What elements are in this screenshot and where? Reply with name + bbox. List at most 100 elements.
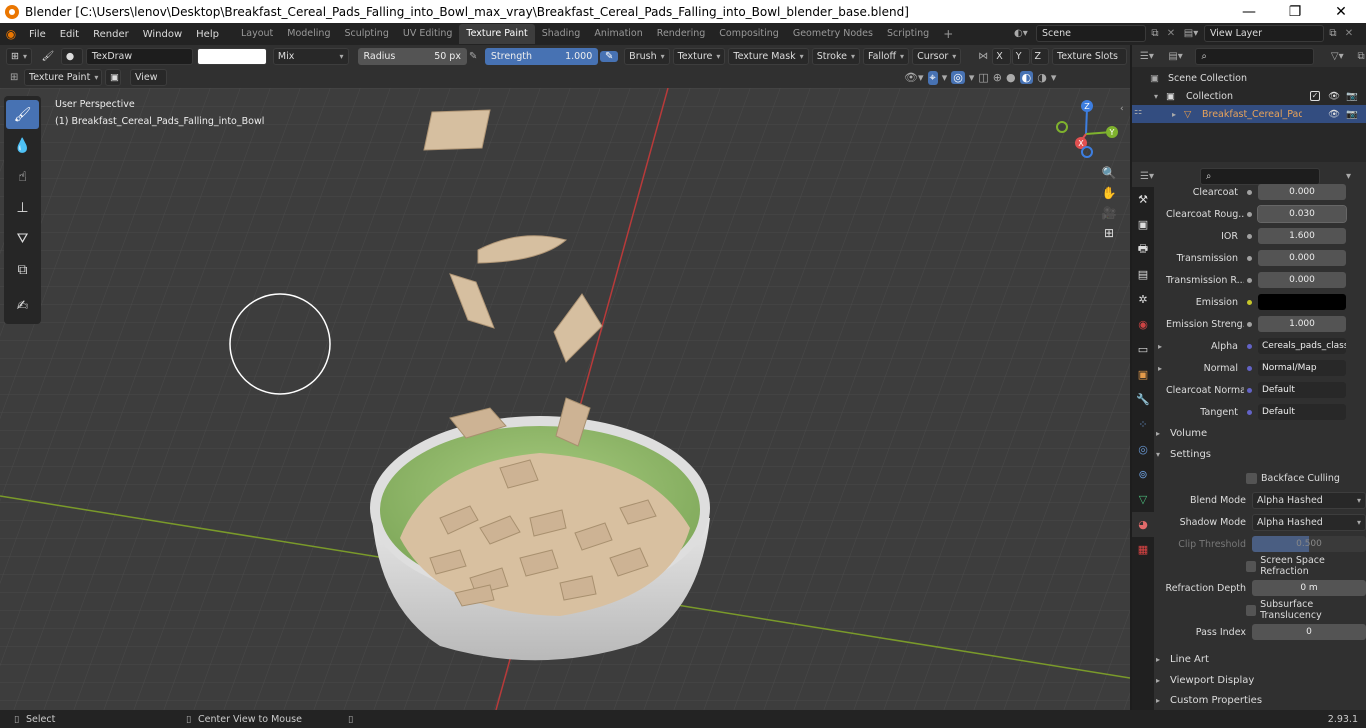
tab-modeling[interactable]: Modeling — [280, 24, 337, 44]
socket-icon[interactable] — [1244, 253, 1254, 263]
tool-tab-icon[interactable]: ⚒ — [1132, 187, 1154, 212]
expand-socket-icon[interactable]: ▸ — [1154, 364, 1166, 373]
property-value-field[interactable]: 0.000 — [1258, 250, 1346, 266]
socket-icon[interactable] — [1244, 319, 1254, 329]
tab-scripting[interactable]: Scripting — [880, 24, 936, 44]
properties-search-input[interactable]: ⌕ — [1200, 167, 1320, 185]
collection-expand-icon[interactable]: ▾ — [1154, 92, 1166, 101]
symmetry-icon[interactable]: ⋈ — [974, 51, 992, 62]
material-tab-icon[interactable]: ◕ — [1132, 512, 1154, 537]
wireframe-shading-icon[interactable]: ⊕ — [993, 71, 1002, 84]
tab-layout[interactable]: Layout — [234, 24, 280, 44]
tab-compositing[interactable]: Compositing — [712, 24, 786, 44]
property-value-field[interactable]: 0.000 — [1258, 272, 1346, 288]
gizmo-toggle-icon[interactable]: ⌖ — [927, 70, 938, 85]
socket-icon[interactable] — [1244, 187, 1254, 197]
menu-help[interactable]: Help — [189, 29, 226, 40]
brush-icon[interactable]: 🖌 — [35, 51, 61, 62]
xray-toggle-icon[interactable]: ◫ — [978, 71, 988, 84]
blend-mode-select[interactable]: Alpha Hashed — [1252, 491, 1366, 509]
zoom-icon[interactable]: 🔍 — [1102, 166, 1117, 180]
selectability-visibility-icon[interactable]: 👁▾ — [904, 71, 924, 84]
socket-icon[interactable] — [1244, 209, 1254, 219]
filter-icon[interactable]: ▽▾ — [1320, 51, 1354, 62]
expand-socket-icon[interactable]: ▸ — [1154, 342, 1166, 351]
property-value-field[interactable]: Default — [1258, 404, 1346, 420]
socket-icon[interactable] — [1244, 363, 1254, 373]
grid-perspective-icon[interactable]: ⊞ — [1104, 226, 1114, 240]
settings-panel-header[interactable]: ▾ Settings — [1156, 444, 1366, 464]
rendered-shading-icon[interactable]: ◑ — [1037, 71, 1047, 84]
new-scene-icon[interactable]: ⧉ — [1146, 28, 1164, 39]
collection-render-icon[interactable]: 📷 — [1346, 91, 1358, 102]
property-value-field[interactable]: 0.000 — [1258, 184, 1346, 200]
blender-menu-icon[interactable]: ◉ — [0, 27, 22, 41]
soften-tool-icon[interactable]: 💧 — [6, 131, 39, 160]
emission-color-swatch[interactable] — [1258, 294, 1346, 310]
scene-selector-icon[interactable]: ◐▾ — [1014, 28, 1036, 39]
object-tab-icon[interactable]: ▣ — [1132, 362, 1154, 387]
object-visibility-icon[interactable]: 👁 — [1328, 109, 1340, 120]
brush-menu[interactable]: Brush — [624, 47, 670, 65]
modifiers-tab-icon[interactable]: 🔧 — [1132, 387, 1154, 412]
world-tab-icon[interactable]: ◉ — [1132, 312, 1154, 337]
property-value-field[interactable]: 0.030 — [1257, 205, 1347, 223]
output-tab-icon[interactable]: 🖶 — [1132, 237, 1154, 262]
collection-exclude-checkbox[interactable]: ✓ — [1310, 91, 1320, 101]
camera-icon[interactable]: 🎥 — [1102, 206, 1117, 220]
tab-geometry-nodes[interactable]: Geometry Nodes — [786, 24, 880, 44]
property-value-field[interactable]: 1.600 — [1258, 228, 1346, 244]
mirror-x-toggle[interactable]: X — [992, 47, 1011, 65]
3d-viewport[interactable]: User Perspective (1) Breakfast_Cereal_Pa… — [0, 88, 1130, 710]
annotate-tool-icon[interactable]: ✍ — [6, 291, 39, 320]
screen-space-refraction-checkbox[interactable]: Screen Space Refraction — [1154, 555, 1366, 577]
particles-tab-icon[interactable]: ⁘ — [1132, 412, 1154, 437]
socket-icon[interactable] — [1244, 407, 1254, 417]
viewport-display-panel-header[interactable]: ▸ Viewport Display — [1156, 670, 1366, 690]
property-value-field[interactable]: Default — [1258, 382, 1346, 398]
radius-slider[interactable]: Radius 50 px — [357, 47, 467, 65]
socket-icon[interactable] — [1244, 297, 1254, 307]
mode-dropdown[interactable]: Texture Paint — [24, 69, 102, 86]
refraction-depth-field[interactable]: 0 m — [1252, 580, 1366, 596]
tab-texture-paint[interactable]: Texture Paint — [459, 24, 535, 44]
paint-mask-toggle-icon[interactable]: ▣ — [105, 69, 121, 86]
menu-render[interactable]: Render — [86, 29, 136, 40]
brush-browse-icon[interactable]: ● — [60, 47, 83, 65]
view-layer-selector-icon[interactable]: ▤▾ — [1178, 28, 1204, 39]
display-mode-icon[interactable]: ▤▾ — [1162, 51, 1190, 62]
properties-options-icon[interactable]: ▾ — [1346, 171, 1351, 182]
tab-sculpting[interactable]: Sculpting — [337, 24, 395, 44]
mirror-z-toggle[interactable]: Z — [1030, 47, 1050, 65]
editor-type-menu[interactable]: ⊞ — [6, 47, 32, 65]
texture-mask-menu[interactable]: Texture Mask — [728, 47, 809, 65]
custom-properties-panel-header[interactable]: ▸ Custom Properties — [1156, 690, 1366, 710]
property-value-field[interactable]: 1.000 — [1258, 316, 1346, 332]
strength-slider[interactable]: Strength 1.000 — [484, 47, 599, 65]
falloff-menu[interactable]: Falloff — [862, 47, 910, 65]
tab-uv-editing[interactable]: UV Editing — [396, 24, 460, 44]
new-collection-icon[interactable]: ⧉ — [1354, 51, 1366, 62]
maximize-button[interactable]: ❐ — [1272, 0, 1318, 23]
blend-mode-dropdown[interactable]: Mix — [272, 47, 349, 65]
smear-tool-icon[interactable]: ☝ — [6, 162, 39, 191]
tab-animation[interactable]: Animation — [587, 24, 649, 44]
mirror-y-toggle[interactable]: Y — [1011, 47, 1030, 65]
overlays-menu-icon[interactable]: ▾ — [969, 71, 975, 84]
texture-tab-icon[interactable]: ▦ — [1132, 537, 1154, 562]
property-value-field[interactable]: Normal/Map — [1258, 360, 1346, 376]
cursor-menu[interactable]: Cursor — [912, 47, 962, 65]
shadow-mode-select[interactable]: Alpha Hashed — [1252, 513, 1366, 531]
collection-tab-icon[interactable]: ▭ — [1132, 337, 1154, 362]
object-expand-icon[interactable]: ▸ — [1172, 110, 1184, 119]
strength-pressure-icon[interactable]: ✎ — [600, 50, 619, 62]
outliner-row-collection[interactable]: ▾ ▣ Collection ✓ 👁 📷 — [1132, 87, 1366, 105]
properties-editor-type-icon[interactable]: ☰▾ — [1132, 171, 1162, 182]
socket-icon[interactable] — [1244, 275, 1254, 285]
tab-rendering[interactable]: Rendering — [650, 24, 713, 44]
fill-tool-icon[interactable]: ⛛ — [6, 224, 39, 253]
draw-tool-icon[interactable]: 🖌 — [6, 100, 39, 129]
outliner-row-object[interactable]: ▸ ▽ Breakfast_Cereal_Pads_I 👁 📷 — [1132, 105, 1366, 123]
pan-hand-icon[interactable]: ✋ — [1102, 186, 1117, 200]
menu-file[interactable]: File — [22, 29, 53, 40]
